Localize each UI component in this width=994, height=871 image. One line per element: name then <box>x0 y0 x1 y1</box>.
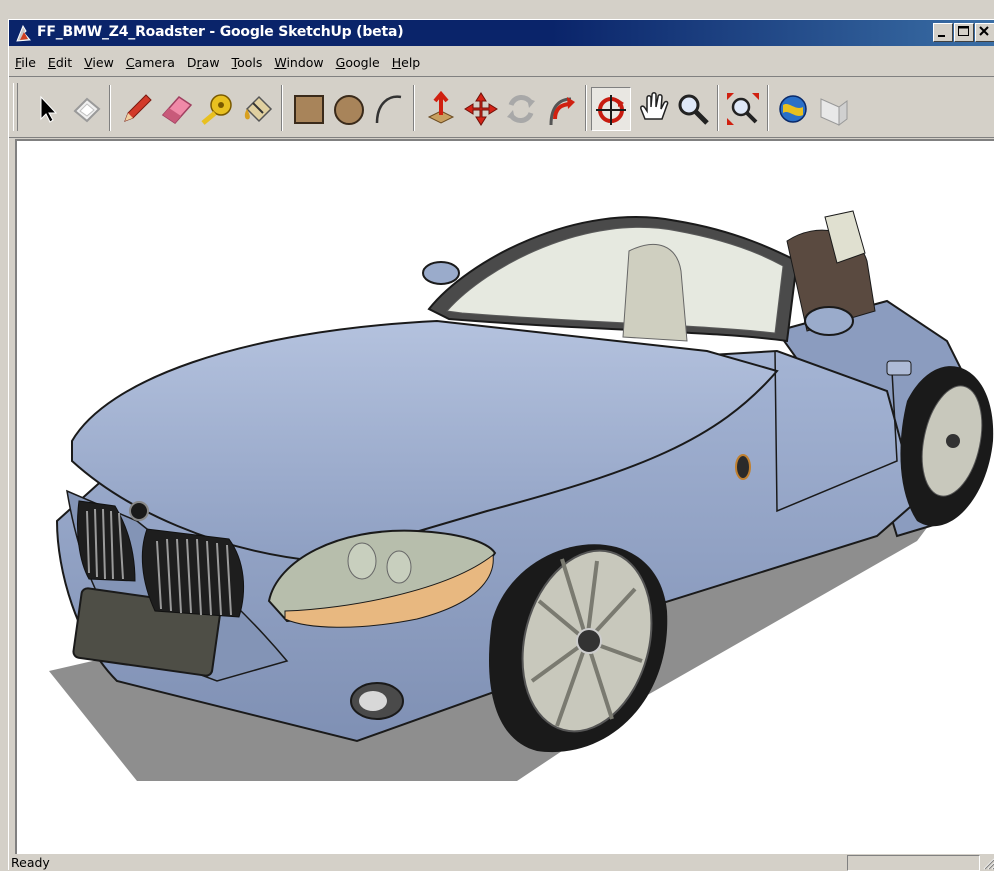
rectangle-tool-icon[interactable] <box>289 89 329 129</box>
door-handle <box>886 360 912 376</box>
maximize-icon[interactable] <box>954 23 974 42</box>
toolbar-separator <box>717 85 719 131</box>
window-title: FF_BMW_Z4_Roadster - Google SketchUp (be… <box>37 24 404 40</box>
move-tool-icon[interactable] <box>461 89 501 129</box>
resize-grip-icon[interactable] <box>981 856 994 870</box>
follow-me-icon[interactable] <box>541 89 581 129</box>
toolbar-separator <box>767 85 769 131</box>
status-bar: Ready <box>9 854 994 871</box>
menu-google[interactable]: Google <box>330 55 386 70</box>
menu-draw[interactable]: Draw <box>181 55 226 70</box>
close-icon[interactable] <box>975 23 994 42</box>
drawing-viewport[interactable] <box>15 139 994 854</box>
zoom-extents-icon[interactable] <box>723 89 763 129</box>
headlight-lens-2 <box>386 550 412 584</box>
orbit-tool-icon[interactable] <box>591 87 631 131</box>
pan-tool-icon[interactable] <box>633 89 673 129</box>
menu-edit[interactable]: Edit <box>42 55 78 70</box>
headlight-lens-1 <box>347 542 377 580</box>
rear-hub <box>946 434 960 448</box>
pencil-tool-icon[interactable] <box>117 89 157 129</box>
measurements-box[interactable] <box>847 855 980 871</box>
sketchup-icon <box>16 24 32 42</box>
toolbar-separator <box>585 85 587 131</box>
share-model-icon[interactable] <box>813 89 853 129</box>
push-pull-icon[interactable] <box>421 89 461 129</box>
menu-bar: File Edit View Camera Draw Tools Window … <box>9 50 426 74</box>
status-text: Ready <box>11 855 50 870</box>
left-mirror <box>422 261 460 285</box>
menu-tools[interactable]: Tools <box>226 55 269 70</box>
eraser-pink-icon[interactable] <box>157 89 197 129</box>
get-models-icon[interactable] <box>773 89 813 129</box>
application-window: FF_BMW_Z4_Roadster - Google SketchUp (be… <box>8 19 994 871</box>
toolbar-separator <box>413 85 415 131</box>
zoom-tool-icon[interactable] <box>673 89 713 129</box>
toolbar-grip[interactable] <box>13 83 18 131</box>
paint-bucket-icon[interactable] <box>237 89 277 129</box>
bmw-badge <box>129 501 149 521</box>
rotate-tool-icon[interactable] <box>501 89 541 129</box>
arc-tool-icon[interactable] <box>369 89 409 129</box>
menu-view[interactable]: View <box>78 55 120 70</box>
toolbar-separator <box>109 85 111 131</box>
menu-camera[interactable]: Camera <box>120 55 181 70</box>
side-indicator <box>735 454 751 480</box>
minimize-icon[interactable] <box>933 23 953 42</box>
eraser-tool-icon[interactable] <box>67 89 107 129</box>
select-tool-icon[interactable] <box>27 89 67 129</box>
right-mirror <box>804 306 854 336</box>
menu-window[interactable]: Window <box>268 55 329 70</box>
main-toolbar <box>9 76 994 138</box>
car-model-render <box>49 210 994 781</box>
toolbar-separator <box>281 85 283 131</box>
circle-tool-icon[interactable] <box>329 89 369 129</box>
title-bar[interactable]: FF_BMW_Z4_Roadster - Google SketchUp (be… <box>9 20 994 46</box>
window-controls <box>933 23 994 43</box>
fog-light-lens <box>359 691 387 711</box>
front-hub <box>576 628 602 654</box>
tape-measure-icon[interactable] <box>197 89 237 129</box>
passenger-seat <box>622 243 688 342</box>
menu-help[interactable]: Help <box>386 55 427 70</box>
menu-file[interactable]: File <box>9 55 42 70</box>
